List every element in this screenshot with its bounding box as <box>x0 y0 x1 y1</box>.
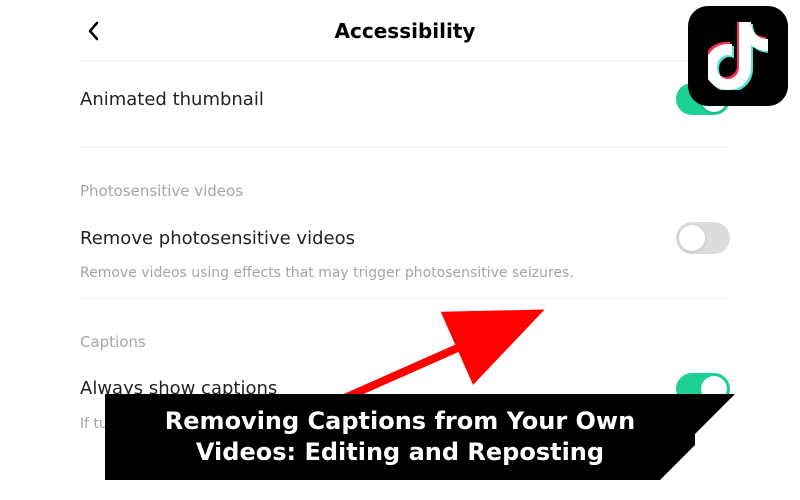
toggle-knob <box>679 225 705 251</box>
remove-photosensitive-toggle[interactable] <box>676 222 730 254</box>
animated-thumbnail-label: Animated thumbnail <box>80 89 264 110</box>
page-title: Accessibility <box>335 19 476 43</box>
caption-banner: Removing Captions from Your Own Videos: … <box>0 394 800 480</box>
chevron-left-icon <box>85 21 101 41</box>
banner-line-1: Removing Captions from Your Own <box>165 406 635 437</box>
back-button[interactable] <box>80 18 106 44</box>
tiktok-logo <box>688 6 788 106</box>
remove-photosensitive-desc: Remove videos using effects that may tri… <box>80 260 730 284</box>
banner-line-2: Videos: Editing and Reposting <box>165 437 635 468</box>
row-remove-photosensitive: Remove photosensitive videos <box>80 200 730 260</box>
section-header-captions: Captions <box>80 299 730 351</box>
section-header-photosensitive: Photosensitive videos <box>80 148 730 200</box>
header: Accessibility <box>80 0 730 61</box>
remove-photosensitive-label: Remove photosensitive videos <box>80 228 355 249</box>
tiktok-icon <box>708 22 768 90</box>
row-animated-thumbnail: Animated thumbnail <box>80 61 730 121</box>
